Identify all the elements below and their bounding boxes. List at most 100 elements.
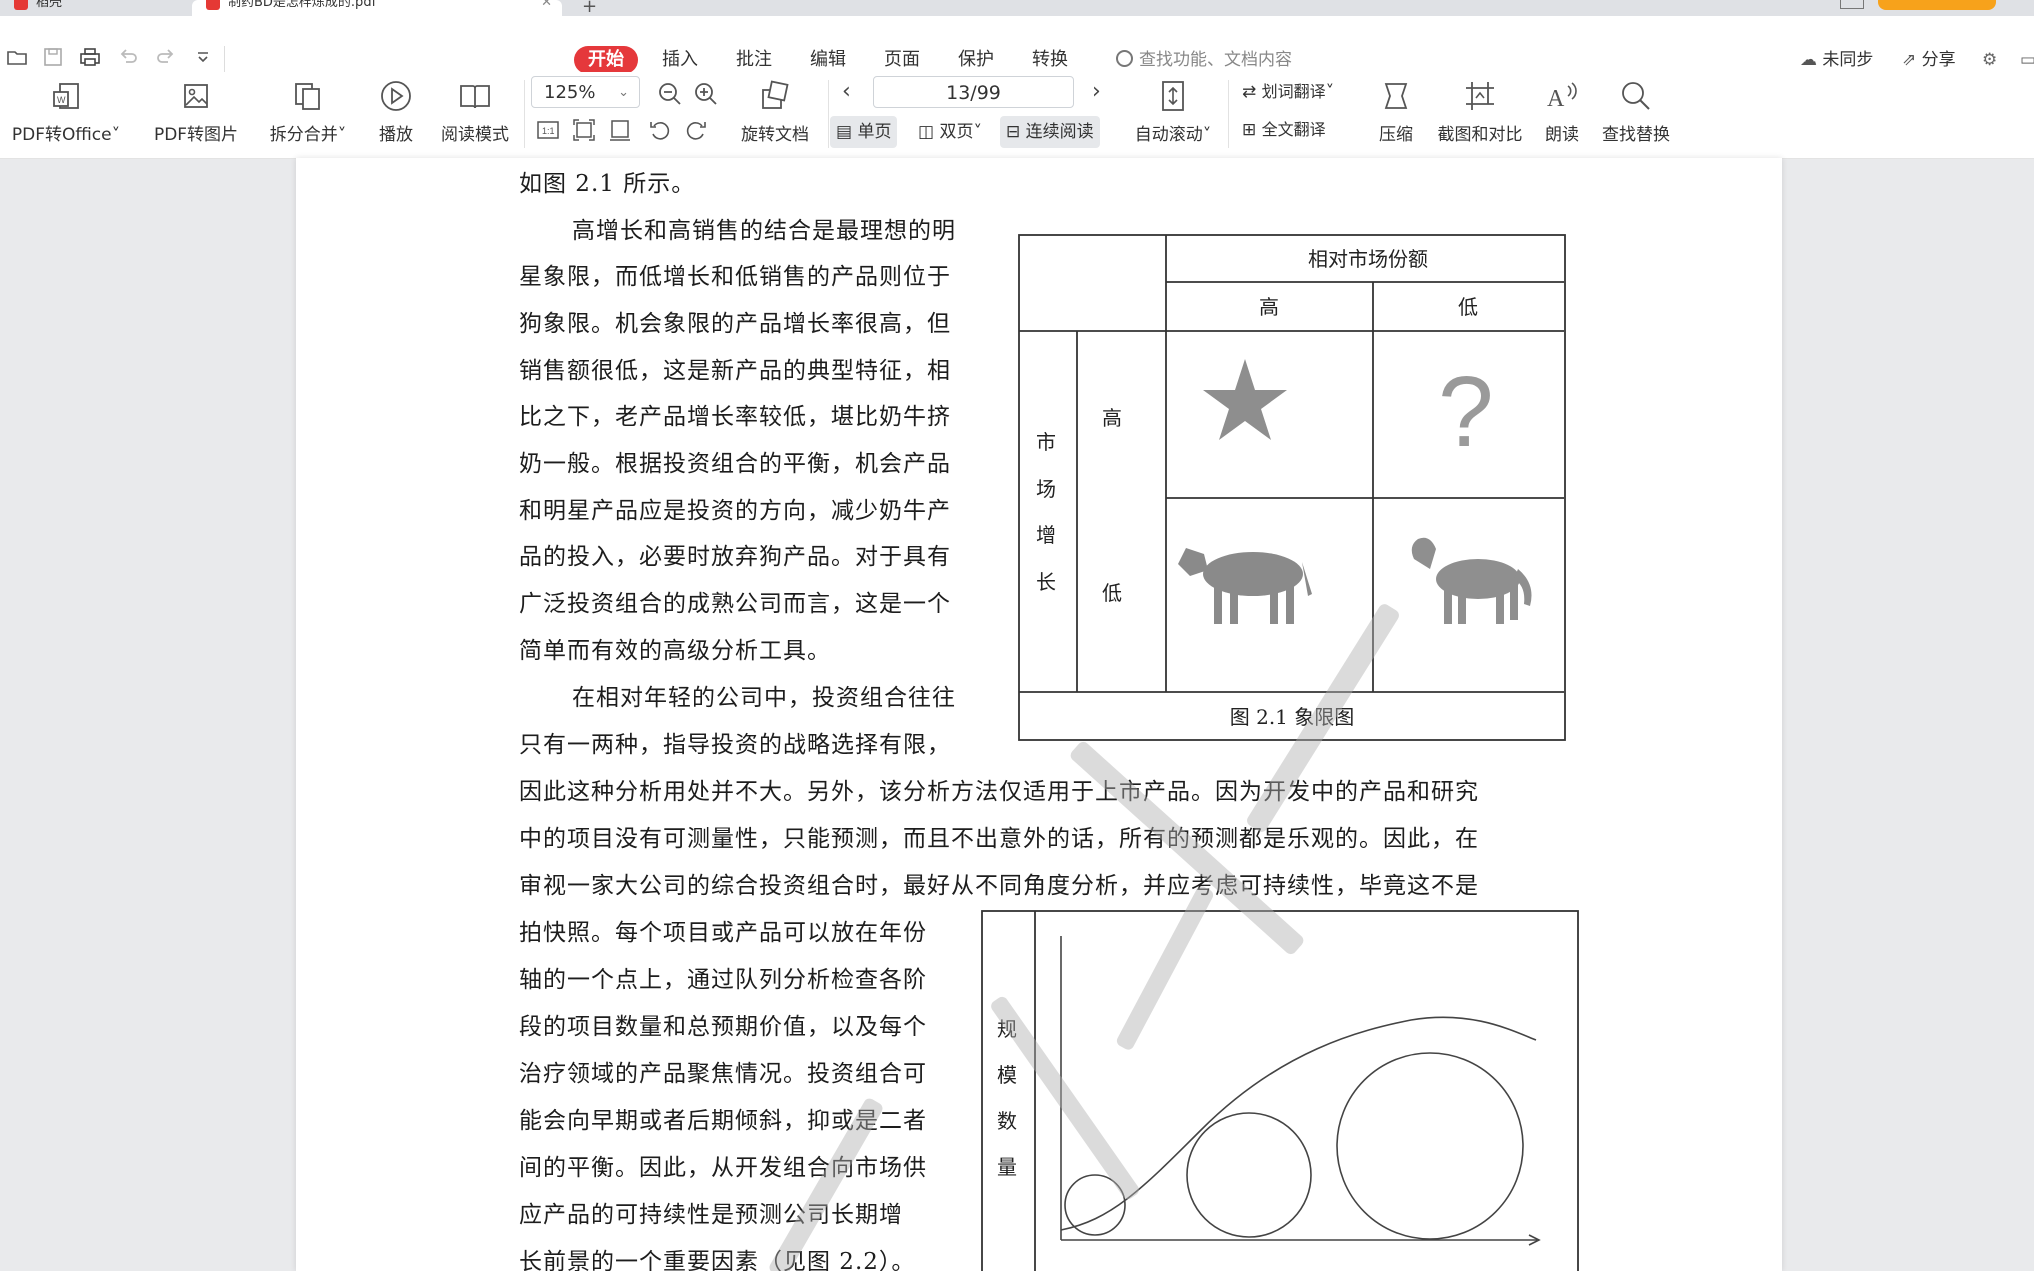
zoom-out-icon[interactable] [656,80,684,108]
single-page-label: 单页 [857,122,892,142]
auto-scroll-button[interactable]: 自动滚动˅ [1126,72,1220,158]
text-line: 和明星产品应是投资的方向，减少奶牛产 [519,498,951,524]
full-translate-button[interactable]: ⊞ 全文翻译 [1236,114,1332,146]
text-line: 比之下，老产品增长率较低，堪比奶牛挤 [519,404,951,430]
text-line: 只有一两种，指导投资的战略选择有限， [519,732,951,758]
text-line: 中的项目没有可测量性，只能预测，而且不出意外的话，所有的预测都是乐观的。因此，在 [519,826,1479,852]
pdf-icon [206,0,220,10]
row-header-char: 场 [1036,477,1056,501]
print-icon[interactable] [79,46,101,68]
question-icon: ? [1438,356,1494,468]
cow-icon [1178,548,1312,624]
sync-button[interactable]: ☁ 未同步 [1800,46,1873,74]
page-indicator: 13/99 [946,82,1001,104]
row-header-char: 长 [1036,570,1056,594]
menu-convert[interactable]: 转换 [1032,46,1068,74]
row-low-label: 低 [1102,581,1122,605]
screenshot-compare-button[interactable]: 截图和对比 [1430,72,1530,158]
fit-page-icon[interactable] [572,118,596,142]
menu-page[interactable]: 页面 [884,46,920,74]
double-page-label: 双页 [939,122,974,142]
pdf-to-office-label: PDF转Office˅ [11,125,121,145]
window-control-icon[interactable] [1840,0,1864,9]
menu-start[interactable]: 开始 [574,46,638,74]
customize-dropdown-icon[interactable] [192,46,214,68]
sync-label: 未同步 [1822,50,1874,70]
continuous-read-icon: ⊟ [1006,122,1021,142]
pdf-to-image-button[interactable]: PDF转图片 [144,72,248,158]
cloud-icon: ☁ [1800,50,1817,70]
document-page: 如图 2.1 所示。 高增长和高销售的结合是最理想的明 星象限，而低增长和低销售… [296,158,1782,1271]
promo-badge[interactable] [1878,0,1996,10]
zoom-select[interactable]: 125% ⌄ [531,76,640,108]
text-line: 治疗领域的产品聚焦情况。投资组合可 [519,1061,927,1087]
chevron-down-icon: ⌄ [618,85,629,100]
text-line: 长前景的一个重要因素（见图 2.2）。 [519,1249,916,1271]
next-page-icon[interactable]: › [1092,76,1101,108]
double-page-icon: ◫ [918,122,935,142]
page-number-input[interactable]: 13/99 [873,76,1074,108]
feature-search[interactable]: 查找功能、文档内容 [1116,46,1292,74]
fit-width-icon[interactable] [608,118,632,142]
ribbon-toolbar: W PDF转Office˅ PDF转图片 拆分合并˅ 播放 阅读模式 125% … [0,72,2034,159]
menu-annotate[interactable]: 批注 [736,46,772,74]
figure-quadrant-chart: ? 相对市场份额 高 低 市 场 增 长 高 低 图 2.1 象限图 [1018,234,1566,741]
col-high-label: 高 [1259,295,1279,319]
screenshot-icon [1466,82,1494,110]
zoom-in-icon[interactable] [692,80,720,108]
text-line: 拍快照。每个项目或产品可以放在年份 [519,920,927,946]
translate-icon: ⇄ [1242,82,1257,102]
compress-icon [1384,83,1408,109]
settings-icon[interactable]: ⚙ [1982,46,1997,74]
rotate-document-button[interactable]: 旋转文档 [732,72,818,158]
pdf-to-image-label: PDF转图片 [153,125,239,145]
ylabel-char: 量 [997,1155,1017,1179]
menu-insert[interactable]: 插入 [662,46,698,74]
rotate-right-icon[interactable] [684,118,708,142]
prev-page-icon[interactable]: ‹ [842,76,851,108]
find-replace-button[interactable]: 查找替换 [1596,72,1676,158]
text-line: 星象限，而低增长和低销售的产品则位于 [519,264,951,290]
undo-icon[interactable] [117,46,139,68]
ylabel-char: 数 [997,1109,1017,1133]
menu-edit[interactable]: 编辑 [810,46,846,74]
menu-protect[interactable]: 保护 [958,46,994,74]
text-line: 应产品的可持续性是预测公司长期增 [519,1202,903,1228]
rotate-left-icon[interactable] [648,118,672,142]
open-folder-icon[interactable] [6,46,28,68]
tab-document[interactable]: 制药BD是怎样炼成的.pdf ✕ [192,0,562,16]
tab-strip: 稻壳 制药BD是怎样炼成的.pdf ✕ + [0,0,2034,17]
svg-text:W: W [57,95,66,105]
play-icon [381,81,411,111]
read-aloud-button[interactable]: A 朗读 [1532,72,1592,158]
play-button[interactable]: 播放 [366,72,426,158]
row-header-char: 增 [1036,523,1056,547]
split-merge-button[interactable]: 拆分合并˅ [258,72,358,158]
text-line: 简单而有效的高级分析工具。 [519,638,831,664]
read-mode-button[interactable]: 阅读模式 [432,72,518,158]
continuous-read-button[interactable]: ⊟ 连续阅读 [1000,116,1100,148]
search-icon [1622,82,1650,110]
word-translate-button[interactable]: ⇄ 划词翻译˅ [1236,76,1340,108]
actual-size-icon[interactable]: 1:1 [536,118,560,142]
text-line: 在相对年轻的公司中，投资组合往往 [572,685,956,711]
pdf-to-office-icon: W [53,83,79,109]
redo-icon[interactable] [155,46,177,68]
save-icon[interactable] [42,46,64,68]
tab-daoke[interactable]: 稻壳 [0,0,190,16]
double-page-button[interactable]: ◫ 双页˅ [912,116,988,148]
ylabel-char: 模 [997,1063,1017,1087]
feedback-icon[interactable]: ▭ [2020,46,2034,74]
full-translate-icon: ⊞ [1242,120,1257,140]
svg-text:1:1: 1:1 [542,126,555,136]
single-page-button[interactable]: ▤ 单页 [830,116,898,148]
divider [1228,80,1229,148]
close-tab-icon[interactable]: ✕ [541,0,552,9]
compress-button[interactable]: 压缩 [1366,72,1426,158]
pdf-to-office-button[interactable]: W PDF转Office˅ [6,72,126,158]
share-label: 分享 [1921,50,1956,70]
new-tab-icon[interactable]: + [582,0,597,17]
share-button[interactable]: ⇗ 分享 [1902,46,1956,74]
single-page-icon: ▤ [836,122,853,142]
screenshot-compare-label: 截图和对比 [1437,125,1523,145]
